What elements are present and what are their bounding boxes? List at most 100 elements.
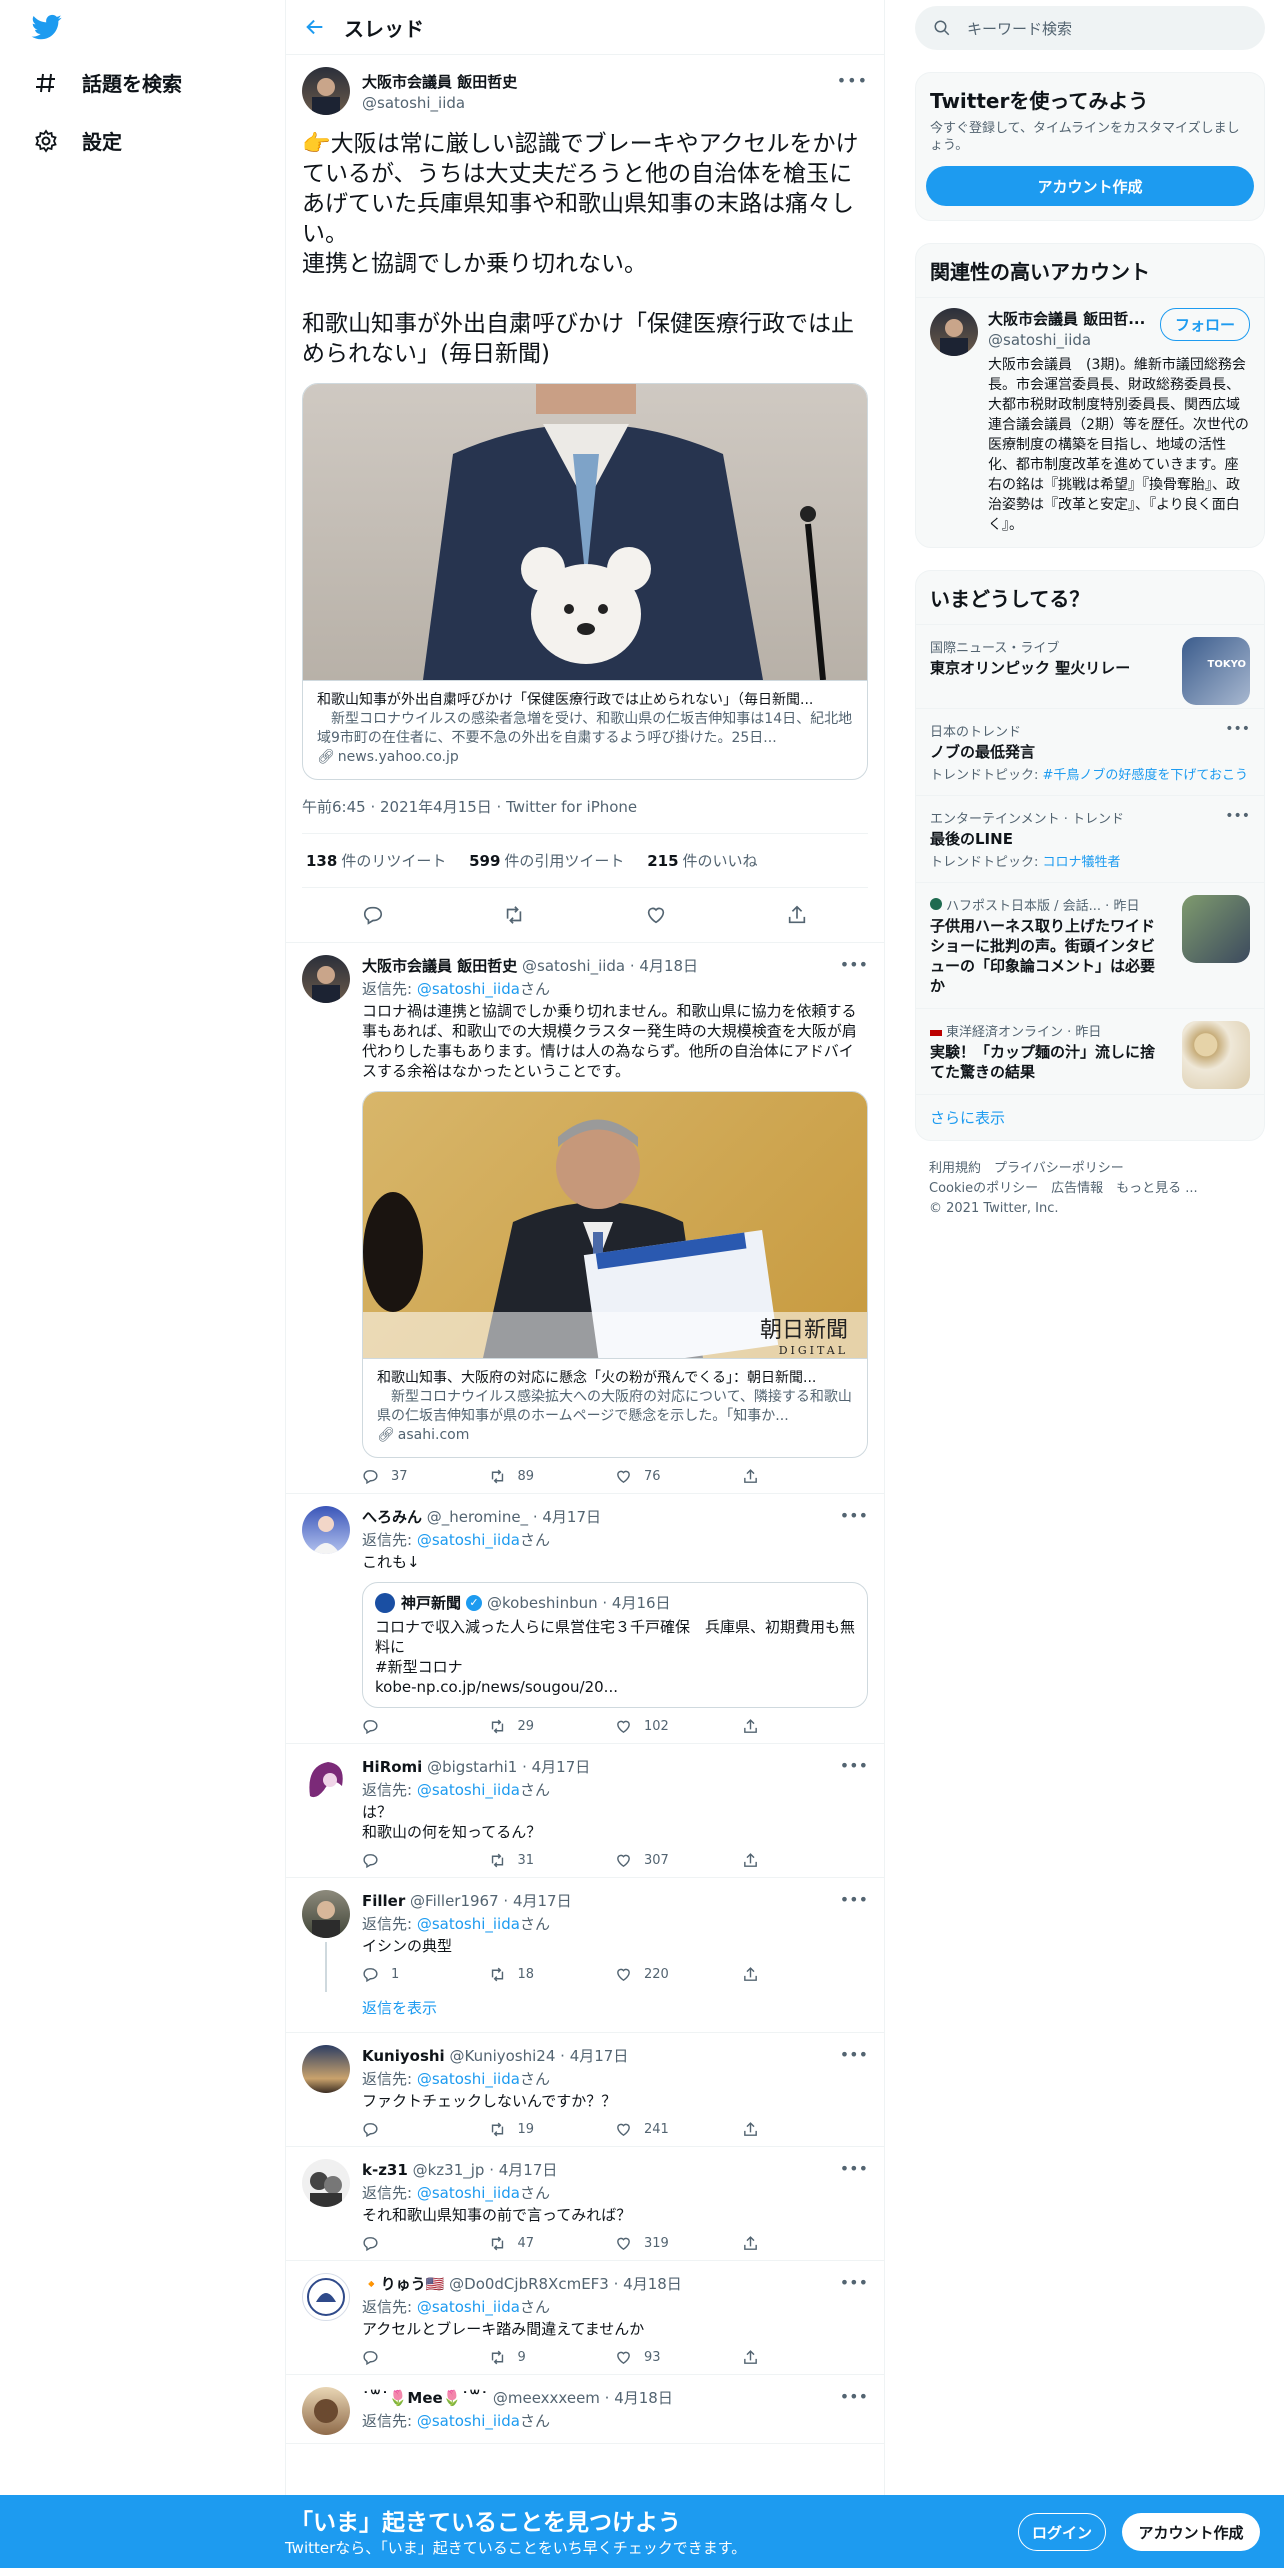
more-icon[interactable]: ••• (840, 1890, 868, 1909)
reply-button[interactable] (362, 1718, 489, 1735)
twitter-logo-icon[interactable] (30, 12, 64, 42)
follow-button[interactable]: フォロー (1159, 308, 1250, 341)
reply-to-link[interactable]: @satoshi_iida (417, 1531, 520, 1549)
more-icon[interactable]: ••• (840, 955, 868, 974)
author-name[interactable]: k-z31 (362, 2161, 408, 2179)
create-account-button[interactable]: アカウント作成 (926, 166, 1254, 206)
back-button[interactable] (286, 16, 344, 38)
retweet-button[interactable]: 18 (489, 1966, 616, 1983)
author-name[interactable]: ˙꒳˙🌷Mee🌷˙꒳˙ (362, 2389, 488, 2407)
show-more-trends[interactable]: さらに表示 (916, 1094, 1264, 1140)
reply-button[interactable] (362, 2235, 489, 2252)
retweet-count[interactable]: 138 件のリツイート (306, 852, 446, 870)
more-icon[interactable]: ••• (840, 2045, 868, 2064)
reply-tweet[interactable]: HiRomi @bigstarhi1 · 4月17日 返信先: @satoshi… (286, 1744, 884, 1878)
retweet-button[interactable]: 19 (489, 2121, 616, 2138)
reply-tweet[interactable]: ˙꒳˙🌷Mee🌷˙꒳˙ @meexxxeem · 4月18日 返信先: @sat… (286, 2375, 884, 2444)
link-card[interactable]: 和歌山知事が外出自粛呼びかけ「保健医療行政では止められない」（毎日新聞... 新… (302, 383, 868, 780)
share-button[interactable] (742, 2235, 869, 2252)
tweet-timestamp[interactable]: 午前6:45 · 2021年4月15日 · Twitter for iPhone (302, 780, 868, 834)
reply-button[interactable] (362, 2121, 489, 2138)
reply-to-link[interactable]: @satoshi_iida (417, 2184, 520, 2202)
footer-links-2[interactable]: Cookieのポリシー 広告情報 もっと見る ... (929, 1179, 1251, 1199)
more-icon[interactable]: ••• (840, 1756, 868, 1775)
reply-tweet[interactable]: k-z31 @kz31_jp · 4月17日 返信先: @satoshi_iid… (286, 2147, 884, 2261)
more-icon[interactable]: ••• (840, 1506, 868, 1525)
avatar[interactable] (302, 2387, 350, 2435)
trend-item[interactable]: ハフポスト日本版 / 会話... · 昨日 子供用ハーネス取り上げたワイドショー… (916, 882, 1264, 1008)
retweet-button[interactable]: 29 (489, 1718, 616, 1735)
like-count[interactable]: 215 件のいいね (647, 852, 757, 870)
nav-settings[interactable]: 設定 (32, 126, 122, 155)
reply-tweet[interactable]: Kuniyoshi @Kuniyoshi24 · 4月17日 返信先: @sat… (286, 2033, 884, 2147)
reply-button[interactable] (362, 2349, 489, 2366)
like-button[interactable]: 307 (615, 1852, 742, 1869)
trend-item[interactable]: 日本のトレンド ノブの最低発言 トレンドトピック: #千鳥ノブの好感度を下げてお… (916, 708, 1264, 795)
show-replies-link[interactable]: 返信を表示 (286, 1991, 884, 2033)
avatar[interactable] (930, 308, 978, 356)
author-name[interactable]: 大阪市会議員 飯田哲史 (362, 957, 517, 975)
like-button[interactable]: 102 (615, 1718, 742, 1735)
reply-tweet[interactable]: 大阪市会議員 飯田哲史 @satoshi_iida · 4月18日 返信先: @… (286, 943, 884, 1494)
link-card[interactable]: 朝日新聞 DIGITAL 和歌山知事、大阪府の対応に懸念「火の粉が飛んでくる」：… (362, 1091, 868, 1458)
reply-to-link[interactable]: @satoshi_iida (417, 980, 520, 998)
quote-count[interactable]: 599 件の引用ツイート (469, 852, 624, 870)
avatar[interactable] (302, 2159, 350, 2207)
share-icon[interactable] (786, 904, 808, 926)
reply-icon[interactable] (362, 904, 384, 926)
trend-item[interactable]: 東洋経済オンライン · 昨日 実験！「カップ麺の汁」流しに捨てた驚きの結果 (916, 1008, 1264, 1094)
like-icon[interactable] (645, 904, 667, 926)
tweet-author[interactable]: 大阪市会議員 飯田哲史 @satoshi_iida ••• (302, 67, 868, 115)
author-name[interactable]: Filler (362, 1892, 405, 1910)
related-account[interactable]: 大阪市会議員 飯田哲... @satoshi_iida フォロー 大阪市会議員 … (916, 297, 1264, 535)
reply-to-link[interactable]: @satoshi_iida (417, 2412, 520, 2430)
avatar[interactable] (302, 1890, 350, 1938)
like-button[interactable]: 93 (615, 2349, 742, 2366)
signup-button[interactable]: アカウント作成 (1122, 2513, 1260, 2551)
footer-links-1[interactable]: 利用規約 プライバシーポリシー (929, 1159, 1251, 1179)
share-button[interactable] (742, 2121, 869, 2138)
trend-item[interactable]: エンターテインメント · トレンド 最後のLINE トレンドトピック: コロナ犠… (916, 795, 1264, 882)
retweet-button[interactable]: 47 (489, 2235, 616, 2252)
reply-tweet[interactable]: へろみん @_heromine_ · 4月17日 返信先: @satoshi_i… (286, 1494, 884, 1744)
login-button[interactable]: ログイン (1018, 2513, 1106, 2551)
retweet-button[interactable]: 31 (489, 1852, 616, 1869)
avatar[interactable] (302, 67, 350, 115)
reply-to-link[interactable]: @satoshi_iida (417, 1915, 520, 1933)
more-icon[interactable]: ••• (840, 2387, 868, 2406)
author-name[interactable]: へろみん (362, 1508, 422, 1526)
retweet-button[interactable]: 9 (489, 2349, 616, 2366)
more-icon[interactable]: ••• (1225, 808, 1250, 824)
author-name[interactable]: Kuniyoshi (362, 2047, 445, 2065)
reply-tweet[interactable]: 🔸りゅう🇺🇸 @Do0dCjbR8XcmEF3 · 4月18日 返信先: @sa… (286, 2261, 884, 2375)
share-button[interactable] (742, 1966, 869, 1983)
retweet-button[interactable]: 89 (489, 1468, 616, 1485)
author-name[interactable]: HiRomi (362, 1758, 422, 1776)
avatar[interactable] (302, 955, 350, 1003)
avatar[interactable] (302, 1506, 350, 1554)
more-icon[interactable]: ••• (1225, 721, 1250, 737)
retweet-icon[interactable] (503, 904, 525, 926)
like-button[interactable]: 76 (615, 1468, 742, 1485)
nav-explore[interactable]: 話題を検索 (32, 68, 182, 97)
trend-item[interactable]: 国際ニュース・ライブ 東京オリンピック 聖火リレー TOKYO (916, 624, 1264, 708)
like-button[interactable]: 241 (615, 2121, 742, 2138)
avatar[interactable] (302, 2045, 350, 2093)
reply-to-link[interactable]: @satoshi_iida (417, 2298, 520, 2316)
author-name[interactable]: 🔸りゅう🇺🇸 (362, 2275, 444, 2293)
avatar[interactable] (302, 2273, 350, 2321)
quoted-tweet[interactable]: 神戸新聞 ✓ @kobeshinbun · 4月16日 コロナで収入減った人らに… (362, 1582, 868, 1708)
more-icon[interactable]: ••• (840, 2273, 868, 2292)
reply-button[interactable]: 37 (362, 1468, 489, 1485)
reply-button[interactable]: 1 (362, 1966, 489, 1983)
more-icon[interactable]: ••• (840, 2159, 868, 2178)
share-button[interactable] (742, 1852, 869, 1869)
share-button[interactable] (742, 1468, 869, 1485)
reply-to-link[interactable]: @satoshi_iida (417, 2070, 520, 2088)
more-icon[interactable]: ••• (837, 71, 868, 90)
search-input[interactable]: キーワード検索 (915, 6, 1265, 50)
share-button[interactable] (742, 2349, 869, 2366)
share-button[interactable] (742, 1718, 869, 1735)
reply-button[interactable] (362, 1852, 489, 1869)
reply-tweet[interactable]: Filler @Filler1967 · 4月17日 返信先: @satoshi… (286, 1878, 884, 1992)
